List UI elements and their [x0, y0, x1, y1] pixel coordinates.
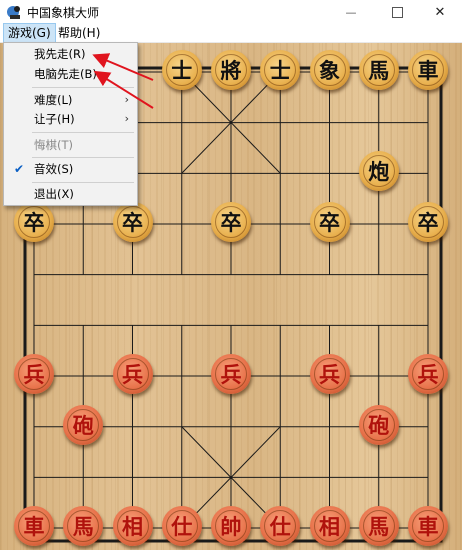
menu-item-label: 悔棋(T) — [34, 138, 73, 152]
red-piece[interactable]: 兵 — [211, 354, 251, 395]
piece-label: 車 — [417, 58, 439, 83]
piece-label: 兵 — [122, 362, 143, 388]
red-piece[interactable]: 車 — [408, 506, 448, 547]
red-piece[interactable]: 車 — [14, 506, 54, 547]
piece-label: 馬 — [368, 514, 390, 540]
menu-separator — [32, 87, 134, 88]
red-piece[interactable]: 馬 — [63, 506, 104, 547]
black-piece[interactable]: 將 — [211, 50, 251, 90]
menu-bar: 游戏(G) 帮助(H) — [0, 23, 462, 43]
black-piece[interactable]: 馬 — [358, 50, 399, 90]
minimize-button[interactable]: — — [329, 0, 373, 24]
menu-item-player-first[interactable]: 我先走(R) — [4, 44, 137, 64]
piece-label: 卒 — [319, 210, 340, 235]
piece-label: 仕 — [269, 514, 291, 540]
submenu-arrow-icon: › — [124, 93, 129, 106]
black-piece[interactable]: 車 — [408, 50, 448, 90]
black-piece[interactable]: 士 — [161, 50, 202, 90]
piece-label: 兵 — [417, 362, 439, 388]
piece-label: 砲 — [72, 412, 94, 438]
red-piece[interactable]: 相 — [112, 506, 153, 547]
window-title: 中国象棋大师 — [27, 6, 100, 20]
piece-label: 馬 — [72, 514, 94, 540]
black-piece[interactable]: 卒 — [112, 202, 153, 242]
checkmark-icon: ✔ — [14, 162, 25, 176]
menu-item-label: 电脑先走(B) — [34, 67, 97, 81]
red-piece[interactable]: 兵 — [14, 354, 54, 395]
red-piece[interactable]: 帥 — [211, 506, 251, 547]
piece-label: 車 — [417, 514, 439, 540]
menu-item-label: 难度(L) — [34, 93, 73, 107]
piece-label: 兵 — [319, 362, 340, 388]
red-piece[interactable]: 砲 — [63, 404, 104, 445]
piece-label: 象 — [319, 58, 340, 83]
menu-item-label: 音效(S) — [34, 162, 74, 176]
piece-label: 馬 — [368, 58, 390, 83]
menu-item-difficulty[interactable]: 难度(L) › — [4, 90, 137, 110]
close-icon: ✕ — [434, 4, 446, 20]
app-icon — [7, 6, 20, 19]
title-bar: 中国象棋大师 — ✕ — [0, 0, 462, 24]
black-piece[interactable]: 卒 — [408, 202, 448, 242]
piece-label: 卒 — [417, 210, 439, 235]
piece-label: 將 — [220, 58, 242, 83]
red-piece[interactable]: 仕 — [161, 506, 202, 547]
red-piece[interactable]: 兵 — [112, 354, 153, 395]
menu-game[interactable]: 游戏(G) — [3, 23, 56, 43]
red-piece[interactable]: 兵 — [309, 354, 350, 395]
menu-item-label: 退出(X) — [34, 187, 74, 201]
piece-label: 卒 — [122, 210, 143, 235]
piece-label: 士 — [171, 58, 193, 83]
close-button[interactable]: ✕ — [418, 0, 462, 24]
menu-item-undo: 悔棋(T) — [4, 135, 137, 155]
piece-label: 仕 — [171, 514, 193, 540]
red-piece[interactable]: 馬 — [358, 506, 399, 547]
menu-help[interactable]: 帮助(H) — [54, 24, 104, 42]
black-piece[interactable]: 卒 — [211, 202, 251, 242]
menu-separator — [32, 132, 134, 133]
black-piece[interactable]: 象 — [309, 50, 350, 90]
menu-item-sound[interactable]: ✔ 音效(S) — [4, 159, 137, 179]
menu-item-label: 我先走(R) — [34, 47, 86, 61]
menu-separator — [32, 157, 134, 158]
red-piece[interactable]: 仕 — [260, 506, 301, 547]
piece-label: 相 — [319, 514, 340, 540]
maximize-icon — [391, 6, 403, 18]
black-piece[interactable]: 士 — [260, 50, 301, 90]
black-piece[interactable]: 卒 — [14, 202, 54, 242]
menu-item-exit[interactable]: 退出(X) — [4, 184, 137, 204]
black-piece[interactable]: 卒 — [309, 202, 350, 242]
piece-label: 士 — [269, 58, 291, 83]
piece-label: 相 — [122, 514, 143, 540]
piece-label: 兵 — [23, 362, 45, 388]
piece-label: 帥 — [220, 514, 242, 540]
piece-label: 兵 — [220, 362, 242, 388]
piece-label: 卒 — [220, 210, 242, 235]
black-piece[interactable]: 炮 — [358, 151, 399, 192]
piece-label: 砲 — [368, 412, 390, 438]
maximize-button[interactable] — [375, 0, 419, 24]
red-piece[interactable]: 相 — [309, 506, 350, 547]
menu-item-handicap[interactable]: 让子(H) › — [4, 109, 137, 129]
piece-label: 車 — [23, 514, 45, 540]
menu-item-computer-first[interactable]: 电脑先走(B) — [4, 64, 137, 84]
red-piece[interactable]: 兵 — [408, 354, 448, 395]
game-dropdown-menu: 我先走(R) 电脑先走(B) 难度(L) › 让子(H) › 悔棋(T) ✔ 音… — [3, 42, 138, 206]
piece-label: 卒 — [23, 210, 45, 235]
menu-item-label: 让子(H) — [34, 112, 75, 126]
piece-label: 炮 — [368, 159, 390, 185]
minimize-icon: — — [345, 5, 357, 19]
red-piece[interactable]: 砲 — [358, 404, 399, 445]
submenu-arrow-icon: › — [124, 112, 129, 125]
menu-separator — [32, 182, 134, 183]
